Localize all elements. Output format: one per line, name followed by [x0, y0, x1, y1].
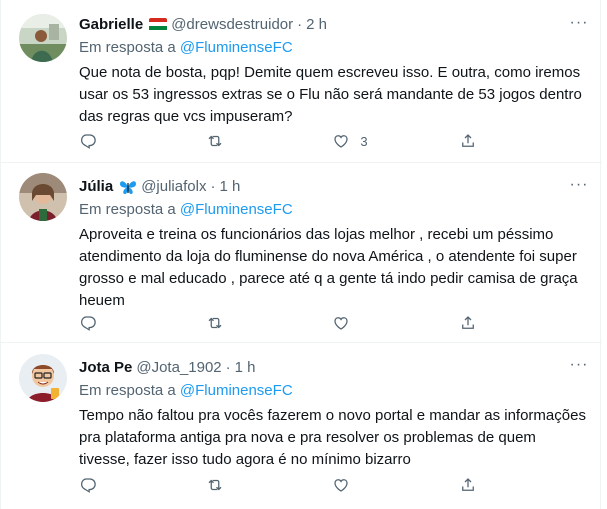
retweet-icon [208, 479, 222, 491]
mention-link[interactable]: @FluminenseFC [180, 382, 293, 399]
more-icon[interactable]: ··· [570, 356, 588, 374]
more-icon[interactable]: ··· [570, 14, 588, 32]
tweet-text: Que nota de bosta, pqp! Demite quem escr… [79, 64, 582, 125]
tweet-header: Jota Pe @Jota_1902 · 1 h [79, 357, 586, 377]
share-icon [462, 478, 474, 491]
separator-dot: · [210, 177, 216, 195]
reply-icon [80, 134, 96, 149]
separator-dot: · [297, 15, 303, 33]
avatar[interactable] [19, 173, 67, 221]
tweet-text: Tempo não faltou pra vocês fazerem o nov… [79, 407, 586, 468]
like-button[interactable] [332, 314, 392, 332]
tweet-2[interactable]: Júlia @juliafolx · 1 h Em resposta a @Fl… [1, 164, 602, 343]
mention-link[interactable]: @FluminenseFC [180, 201, 293, 218]
like-icon [334, 135, 348, 148]
user-handle[interactable]: @drewsdestruidor [171, 16, 293, 33]
like-button[interactable]: 3 [332, 132, 392, 150]
reply-context: Em resposta a @FluminenseFC [79, 200, 586, 220]
separator-dot: · [225, 358, 231, 376]
tweet-body: Júlia @juliafolx · 1 h Em resposta a @Fl… [79, 176, 586, 312]
share-icon [462, 316, 474, 329]
share-button[interactable] [459, 314, 519, 332]
tweet-body: Gabrielle @drewsdestruidor · 2 h Em resp… [79, 14, 586, 128]
timestamp[interactable]: 1 h [219, 178, 240, 195]
display-name[interactable]: Gabrielle [79, 16, 143, 33]
reply-prefix: Em resposta a [79, 201, 180, 218]
like-icon [334, 479, 348, 492]
reply-prefix: Em resposta a [79, 39, 180, 56]
reply-button[interactable] [79, 476, 139, 494]
butterfly-icon [119, 177, 137, 194]
tweet-1[interactable]: Gabrielle @drewsdestruidor · 2 h Em resp… [1, 0, 602, 163]
share-button[interactable] [459, 476, 519, 494]
retweet-button[interactable] [206, 476, 266, 494]
share-icon [462, 134, 474, 147]
reply-context: Em resposta a @FluminenseFC [79, 381, 586, 401]
more-icon[interactable]: ··· [570, 176, 588, 194]
timestamp[interactable]: 1 h [235, 359, 256, 376]
reply-feed: Gabrielle @drewsdestruidor · 2 h Em resp… [0, 0, 602, 509]
mention-link[interactable]: @FluminenseFC [180, 39, 293, 56]
tweet-text: Aproveita e treina os funcionários das l… [79, 226, 578, 309]
tweet-header: Júlia @juliafolx · 1 h [79, 176, 586, 196]
like-button[interactable] [332, 476, 392, 494]
retweet-button[interactable] [206, 314, 266, 332]
like-count: 3 [360, 133, 368, 149]
display-name[interactable]: Júlia [79, 178, 113, 195]
like-icon [334, 317, 348, 330]
tweet-3[interactable]: Jota Pe @Jota_1902 · 1 h Em resposta a @… [1, 344, 602, 509]
reply-icon [80, 316, 96, 331]
avatar[interactable] [19, 354, 67, 402]
reply-icon [80, 478, 96, 493]
hungary-flag-icon [149, 17, 168, 31]
tweet-body: Jota Pe @Jota_1902 · 1 h Em resposta a @… [79, 357, 586, 471]
retweet-icon [208, 317, 222, 329]
tweet-actions: 3 [79, 131, 519, 151]
avatar[interactable] [19, 14, 67, 62]
reply-button[interactable] [79, 314, 139, 332]
tweet-actions [79, 475, 519, 495]
user-handle[interactable]: @Jota_1902 [136, 359, 221, 376]
reply-context: Em resposta a @FluminenseFC [79, 38, 586, 58]
tweet-actions [79, 313, 519, 333]
tweet-header: Gabrielle @drewsdestruidor · 2 h [79, 14, 586, 34]
retweet-icon [208, 135, 222, 147]
timestamp[interactable]: 2 h [306, 16, 327, 33]
retweet-button[interactable] [206, 132, 266, 150]
reply-prefix: Em resposta a [79, 382, 180, 399]
display-name[interactable]: Jota Pe [79, 359, 132, 376]
reply-button[interactable] [79, 132, 139, 150]
share-button[interactable] [459, 132, 519, 150]
user-handle[interactable]: @juliafolx [141, 178, 206, 195]
